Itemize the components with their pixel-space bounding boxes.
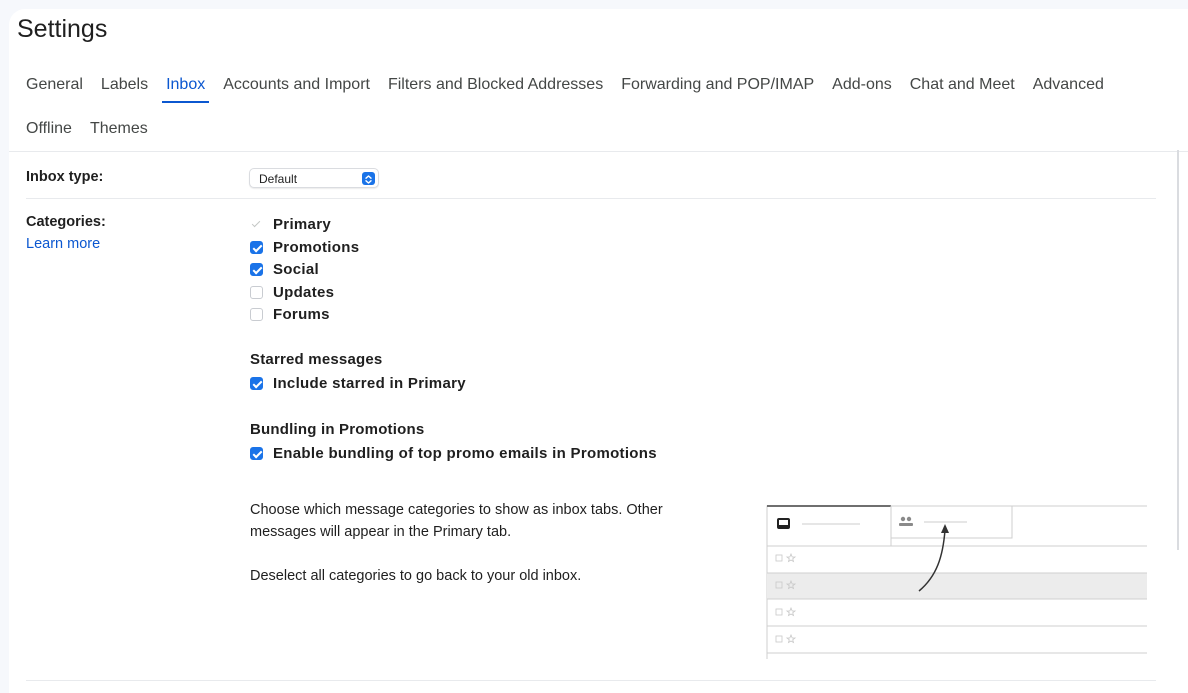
tab-filters-and-blocked-addresses[interactable]: Filters and Blocked Addresses	[388, 66, 603, 104]
settings-tabs: General Labels Inbox Accounts and Import…	[26, 66, 1188, 148]
category-label: Promotions	[273, 238, 360, 256]
inbox-tab-illustration	[766, 505, 892, 547]
category-forums[interactable]: Forums	[250, 304, 330, 324]
tab-forwarding-and-pop-imap[interactable]: Forwarding and POP/IMAP	[621, 66, 814, 104]
checkbox-icon[interactable]	[250, 307, 263, 321]
bottom-divider	[26, 680, 1156, 681]
description-line: Choose which message categories to show …	[250, 502, 663, 518]
scrollbar[interactable]	[1177, 150, 1179, 550]
tab-row-1: General Labels Inbox Accounts and Import…	[26, 66, 1188, 104]
bundling-heading: Bundling in Promotions	[250, 421, 425, 438]
checkbox-icon[interactable]	[250, 218, 263, 231]
tab-labels[interactable]: Labels	[101, 66, 148, 104]
category-label: Forums	[273, 305, 330, 323]
tab-advanced[interactable]: Advanced	[1033, 66, 1104, 104]
enable-bundling-option[interactable]: Enable bundling of top promo emails in P…	[250, 443, 657, 463]
tab-accounts-and-import[interactable]: Accounts and Import	[223, 66, 370, 104]
checkbox-icon[interactable]	[250, 446, 263, 460]
category-updates[interactable]: Updates	[250, 282, 334, 302]
category-label: Social	[273, 260, 319, 278]
category-promotions[interactable]: Promotions	[250, 237, 359, 257]
inbox-type-label: Inbox type:	[26, 169, 104, 185]
option-label: Enable bundling of top promo emails in P…	[273, 444, 657, 462]
checkbox-icon[interactable]	[250, 262, 263, 276]
tabs-divider	[9, 151, 1188, 152]
description-line: messages will appear in the Primary tab.	[250, 524, 512, 540]
tab-add-ons[interactable]: Add-ons	[832, 66, 892, 104]
description-line: Deselect all categories to go back to yo…	[250, 568, 582, 584]
category-label: Updates	[273, 283, 335, 301]
checkbox-icon[interactable]	[250, 376, 263, 390]
tab-inbox[interactable]: Inbox	[162, 66, 210, 104]
tab-themes[interactable]: Themes	[90, 110, 148, 148]
tab-general[interactable]: General	[26, 66, 83, 104]
chevron-updown-icon	[362, 172, 375, 185]
tab-chat-and-meet[interactable]: Chat and Meet	[910, 66, 1015, 104]
tab-row-2: Offline Themes	[26, 110, 1188, 148]
tab-offline[interactable]: Offline	[26, 110, 72, 148]
categories-label: Categories:	[26, 214, 106, 230]
page-title: Settings	[17, 15, 108, 43]
include-starred-option[interactable]: Include starred in Primary	[250, 373, 466, 393]
category-label: Primary	[273, 215, 331, 233]
option-label: Include starred in Primary	[273, 374, 466, 392]
category-social[interactable]: Social	[250, 259, 319, 279]
row-divider	[26, 198, 1156, 199]
inbox-tabs-illustration	[757, 496, 1155, 669]
inbox-type-value: Default	[259, 172, 298, 186]
starred-heading: Starred messages	[250, 351, 383, 368]
checkbox-icon[interactable]	[250, 240, 263, 254]
checkbox-icon[interactable]	[250, 285, 263, 299]
learn-more-link[interactable]: Learn more	[26, 236, 100, 252]
inbox-type-select[interactable]: Default	[249, 168, 379, 188]
social-tab-illustration	[890, 505, 1013, 539]
category-primary[interactable]: Primary	[250, 214, 331, 234]
